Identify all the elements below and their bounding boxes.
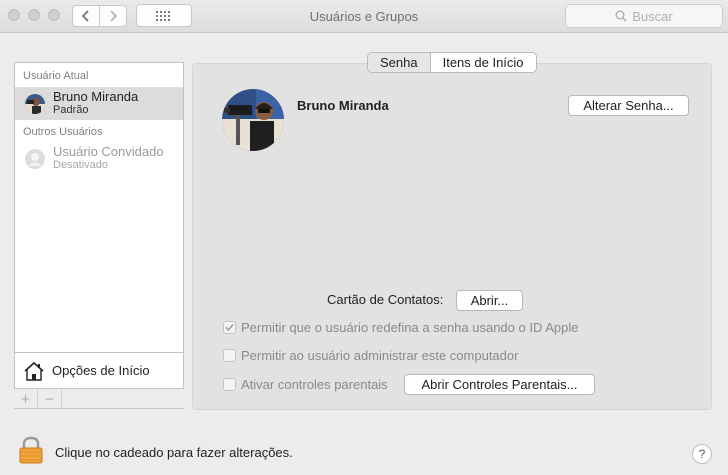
tab-password[interactable]: Senha (368, 53, 431, 72)
help-button[interactable]: ? (692, 444, 712, 464)
show-all-button[interactable] (136, 4, 192, 27)
user-photo[interactable] (222, 89, 284, 151)
search-placeholder: Buscar (632, 8, 673, 24)
other-users-header: Outros Usuários (23, 126, 103, 138)
search-field[interactable]: Buscar (565, 4, 723, 28)
tab-login-items[interactable]: Itens de Início (431, 53, 536, 72)
contacts-card-label: Cartão de Contatos: (327, 292, 444, 307)
user-name: Bruno Miranda (53, 89, 139, 104)
search-icon (615, 10, 627, 22)
show-all-grid-icon (156, 10, 170, 21)
allow-admin-row[interactable]: Permitir ao usuário administrar este com… (223, 348, 518, 363)
allow-reset-row[interactable]: Permitir que o usuário redefina a senha … (223, 320, 579, 335)
forward-button[interactable] (99, 5, 127, 27)
parental-controls-label: Ativar controles parentais (241, 377, 388, 392)
current-user-header: Usuário Atual (23, 70, 89, 82)
open-contacts-button[interactable]: Abrir... (456, 290, 523, 311)
user-avatar-icon (25, 93, 45, 114)
remove-user-button[interactable]: − (38, 390, 62, 408)
parental-controls-checkbox[interactable] (223, 378, 236, 391)
lock-message: Clique no cadeado para fazer alterações. (55, 445, 293, 460)
allow-reset-label: Permitir que o usuário redefina a senha … (241, 320, 579, 335)
house-icon (24, 361, 44, 381)
guest-status: Desativado (53, 159, 109, 171)
login-options-item[interactable]: Opções de Início (15, 352, 183, 388)
allow-admin-label: Permitir ao usuário administrar este com… (241, 348, 519, 363)
add-remove-bar: + − (14, 390, 184, 409)
user-full-name: Bruno Miranda (297, 98, 389, 113)
minimize-light-icon[interactable] (28, 9, 40, 21)
guest-avatar-icon (25, 148, 45, 169)
title-bar: Usuários e Grupos Buscar (0, 0, 728, 33)
checkmark-icon (225, 324, 234, 332)
lock-icon[interactable] (18, 436, 44, 464)
users-list: Usuário Atual Bruno Miranda Padrão Outro… (14, 62, 184, 389)
allow-reset-checkbox[interactable] (223, 321, 236, 334)
guest-name: Usuário Convidado (53, 144, 164, 159)
back-button[interactable] (72, 5, 100, 27)
close-light-icon[interactable] (8, 9, 20, 21)
open-parental-controls-button[interactable]: Abrir Controles Parentais... (404, 374, 595, 395)
forward-chevron-icon (110, 10, 117, 22)
back-chevron-icon (82, 10, 89, 22)
change-password-button[interactable]: Alterar Senha... (568, 95, 689, 116)
parental-controls-row[interactable]: Ativar controles parentais (223, 377, 388, 392)
user-item-bruno[interactable]: Bruno Miranda Padrão (15, 87, 183, 120)
login-options-label: Opções de Início (52, 363, 150, 378)
allow-admin-checkbox[interactable] (223, 349, 236, 362)
add-user-button[interactable]: + (14, 390, 38, 408)
user-item-guest[interactable]: Usuário Convidado Desativado (15, 142, 183, 175)
user-role: Padrão (53, 104, 89, 116)
zoom-light-icon[interactable] (48, 9, 60, 21)
tab-bar: Senha Itens de Início (367, 52, 537, 73)
